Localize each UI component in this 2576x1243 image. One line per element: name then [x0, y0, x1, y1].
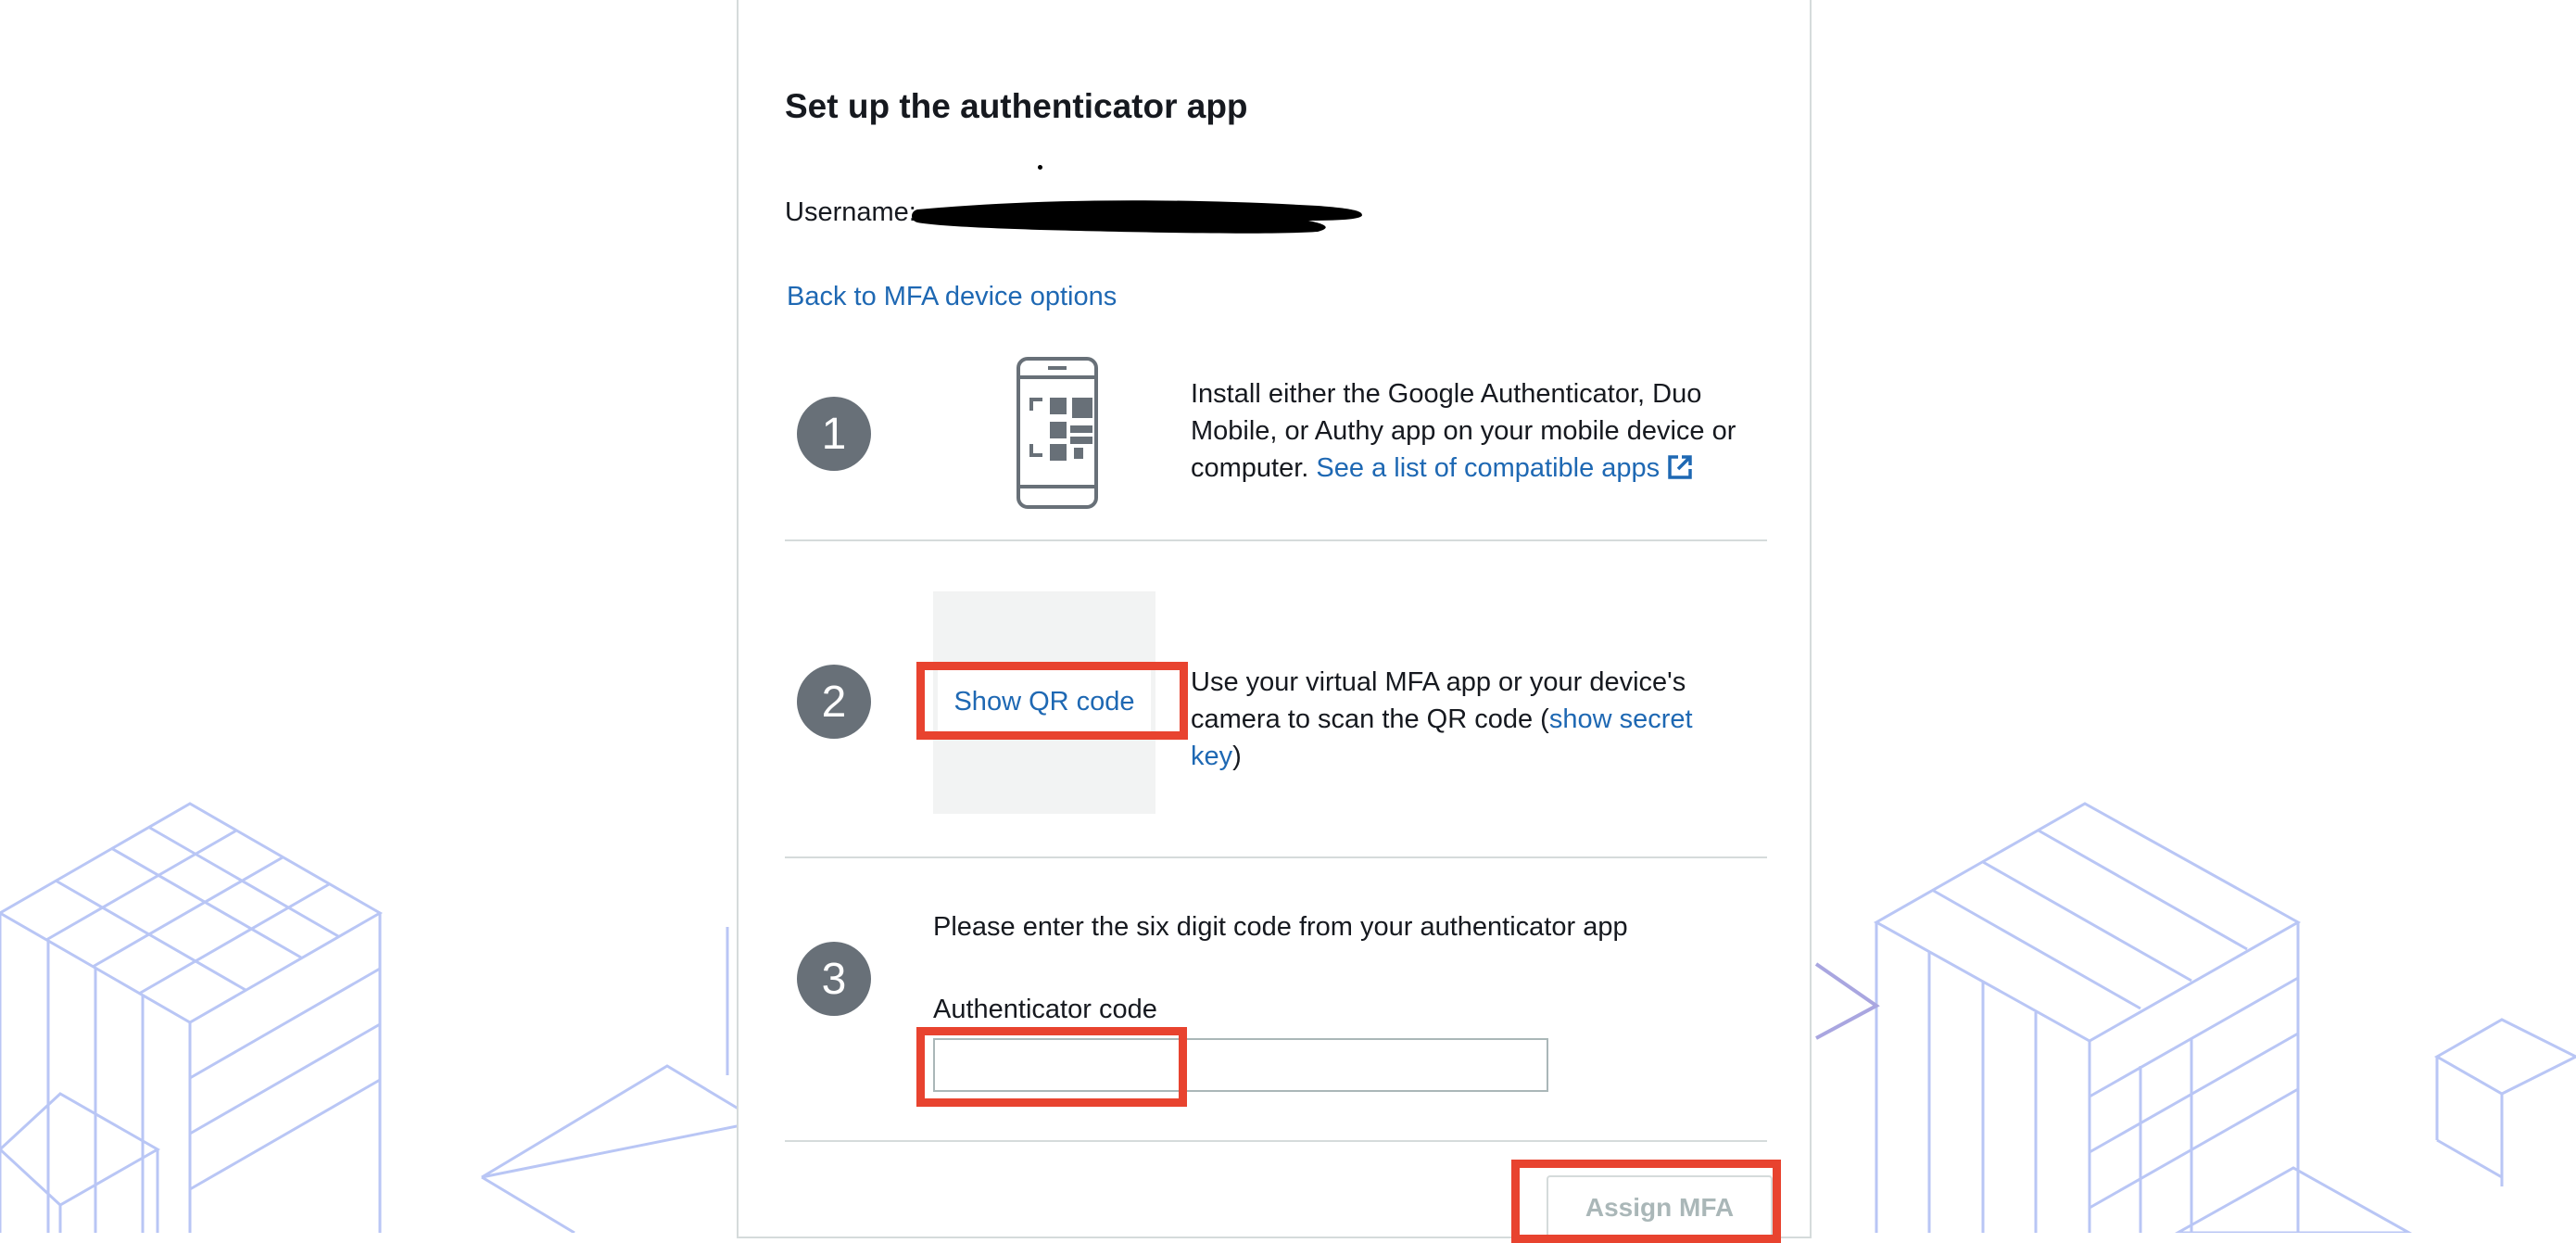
mfa-setup-card: Set up the authenticator app Username: B…	[737, 0, 1812, 1240]
compatible-apps-link[interactable]: See a list of compatible apps	[1316, 453, 1693, 483]
divider-3	[785, 1140, 1767, 1142]
stray-dot	[1038, 165, 1042, 170]
page-title: Set up the authenticator app	[785, 87, 1248, 125]
show-qr-code-button[interactable]: Show QR code	[938, 670, 1151, 733]
step-1-text: Install either the Google Authenticator,…	[1191, 375, 1747, 487]
external-link-icon	[1668, 455, 1692, 479]
username-label: Username:	[785, 197, 916, 227]
step-3-number: 3	[797, 942, 871, 1016]
assign-mfa-button[interactable]: Assign MFA	[1547, 1175, 1773, 1240]
back-to-mfa-options-link[interactable]: Back to MFA device options	[787, 282, 1117, 312]
divider-2	[785, 856, 1767, 858]
step-2-number: 2	[797, 665, 871, 739]
compatible-apps-link-label: See a list of compatible apps	[1316, 453, 1661, 483]
step-2-text-end: )	[1232, 742, 1242, 771]
divider-1	[785, 539, 1767, 541]
authenticator-code-label: Authenticator code	[933, 995, 1157, 1024]
step-1-number: 1	[797, 397, 871, 471]
step-3-instructions: Please enter the six digit code from you…	[933, 912, 1628, 942]
redaction-mark	[912, 200, 1362, 234]
authenticator-code-input[interactable]	[933, 1038, 1548, 1092]
step-2-text: Use your virtual MFA app or your device'…	[1191, 664, 1747, 775]
phone-qr-icon	[1017, 357, 1098, 509]
